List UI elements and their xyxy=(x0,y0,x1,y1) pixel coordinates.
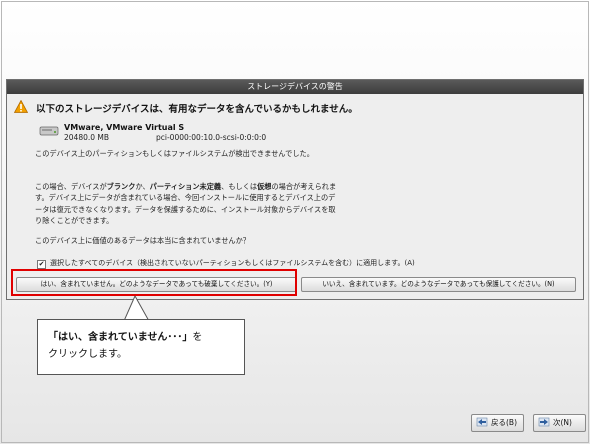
next-button[interactable]: 次(N) xyxy=(533,414,586,432)
data-loss-warning: この場合、デバイスがブランクか、パーティション未定義、もしくは仮想の場合が考えら… xyxy=(35,182,337,225)
back-arrow-icon xyxy=(476,417,488,427)
callout-line-1: 「はい、含まれていません･･･」を xyxy=(48,332,203,343)
warning-icon xyxy=(14,100,28,113)
yes-button-highlight xyxy=(11,269,297,296)
dialog-title: ストレージデバイスの警告 xyxy=(7,80,583,94)
storage-warning-dialog: ストレージデバイスの警告 以下のストレージデバイスは、有用なデータを含んでいるか… xyxy=(6,79,584,300)
device-name: VMware, VMware Virtual S xyxy=(64,123,185,132)
no-partition-message: このデバイス上のパーティションもしくはファイルシステムが検出できませんでした。 xyxy=(35,149,314,158)
back-button[interactable]: 戻る(B) xyxy=(471,414,524,432)
installer-screen: ストレージデバイスの警告 以下のストレージデバイスは、有用なデータを含んでいるか… xyxy=(0,0,590,444)
device-size: 20480.0 MB xyxy=(64,133,110,142)
back-label: 戻る(B) xyxy=(491,418,517,427)
device-path: pci-0000:00:10.0-scsi-0:0:0:0 xyxy=(156,133,267,142)
apply-all-checkbox[interactable]: ✔ xyxy=(37,260,46,269)
disk-icon xyxy=(39,126,59,136)
apply-all-label: 選択したすべてのデバイス（検出されていないパーティションもしくはファイルシステム… xyxy=(50,259,415,267)
dialog-heading: 以下のストレージデバイスは、有用なデータを含んでいるかもしれません。 xyxy=(36,104,358,115)
callout-line-2: クリックします。 xyxy=(48,349,127,360)
next-arrow-icon xyxy=(538,417,550,427)
instruction-callout: 「はい、含まれていません･･･」を クリックします。 xyxy=(37,319,245,375)
no-keep-button[interactable]: いいえ、含まれています。どのようなデータであっても保護してください。(N) xyxy=(301,277,576,292)
confirm-question: このデバイス上に価値のあるデータは本当に含まれていませんか？ xyxy=(35,236,250,245)
next-label: 次(N) xyxy=(553,418,572,427)
apply-all-checkbox-row[interactable]: ✔ 選択したすべてのデバイス（検出されていないパーティションもしくはファイルシステ… xyxy=(37,258,415,269)
